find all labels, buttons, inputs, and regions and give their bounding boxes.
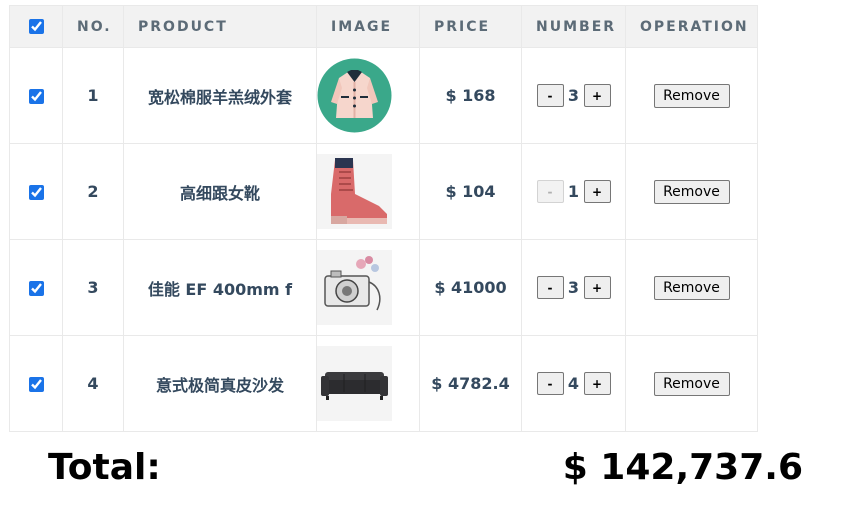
row-checkbox[interactable] <box>28 89 44 104</box>
row-number: 1 <box>62 47 124 144</box>
quantity-stepper: - 4 + <box>536 372 611 395</box>
quantity-stepper: - 3 + <box>536 276 611 299</box>
quantity-stepper: - 3 + <box>536 84 611 107</box>
quantity-stepper: - 1 + <box>536 180 611 203</box>
jacket-image <box>317 58 392 133</box>
row-checkbox[interactable] <box>28 185 44 200</box>
operation-cell: Remove <box>625 335 758 432</box>
decrement-button[interactable]: - <box>536 276 564 299</box>
row-number: 3 <box>62 239 124 336</box>
table-row: 1 宽松棉服羊羔绒外套 $ 168 - 3 + Remove <box>9 47 758 144</box>
header-no: NO. <box>62 5 124 48</box>
product-name: 意式极简真皮沙发 <box>123 335 317 432</box>
row-select-cell <box>9 239 63 336</box>
total-label: Total: <box>48 447 161 488</box>
product-name: 宽松棉服羊羔绒外套 <box>123 47 317 144</box>
quantity-value: 3 <box>567 278 580 297</box>
cart-table: NO. PRODUCT IMAGE PRICE NUMBER OPERATION… <box>9 5 758 432</box>
operation-cell: Remove <box>625 239 758 336</box>
increment-button[interactable]: + <box>583 276 611 299</box>
decrement-button[interactable]: - <box>536 84 564 107</box>
decrement-button[interactable]: - <box>536 372 564 395</box>
sofa-image <box>317 346 392 421</box>
product-price: $ 104 <box>419 143 522 240</box>
row-select-cell <box>9 143 63 240</box>
table-row: 2 高细跟女靴 $ 104 - 1 + Remove <box>9 143 758 240</box>
header-image: IMAGE <box>316 5 420 48</box>
header-number: NUMBER <box>521 5 626 48</box>
quantity-stepper-cell: - 3 + <box>521 239 626 336</box>
remove-button[interactable]: Remove <box>653 371 730 396</box>
product-name: 高细跟女靴 <box>123 143 317 240</box>
quantity-stepper-cell: - 1 + <box>521 143 626 240</box>
header-product: PRODUCT <box>123 5 317 48</box>
quantity-stepper-cell: - 3 + <box>521 47 626 144</box>
row-number: 2 <box>62 143 124 240</box>
total-value: $ 142,737.6 <box>562 447 803 488</box>
select-all-checkbox[interactable] <box>28 19 44 34</box>
increment-button[interactable]: + <box>583 372 611 395</box>
product-image-cell <box>316 143 420 240</box>
header-price: PRICE <box>419 5 522 48</box>
table-row: 3 佳能 EF 400mm f $ 41000 - 3 + Remove <box>9 239 758 336</box>
product-image-cell <box>316 335 420 432</box>
remove-button[interactable]: Remove <box>653 179 730 204</box>
remove-button[interactable]: Remove <box>653 275 730 300</box>
camera-image <box>317 250 392 325</box>
header-select-all <box>9 5 63 48</box>
table-header-row: NO. PRODUCT IMAGE PRICE NUMBER OPERATION <box>9 5 758 48</box>
remove-button[interactable]: Remove <box>653 83 730 108</box>
row-select-cell <box>9 335 63 432</box>
operation-cell: Remove <box>625 47 758 144</box>
quantity-value: 1 <box>567 182 580 201</box>
quantity-stepper-cell: - 4 + <box>521 335 626 432</box>
decrement-button[interactable]: - <box>536 180 564 203</box>
row-checkbox[interactable] <box>28 281 44 296</box>
product-image-cell <box>316 239 420 336</box>
product-price: $ 168 <box>419 47 522 144</box>
increment-button[interactable]: + <box>583 84 611 107</box>
header-operation: OPERATION <box>625 5 758 48</box>
increment-button[interactable]: + <box>583 180 611 203</box>
quantity-value: 4 <box>567 374 580 393</box>
product-image-cell <box>316 47 420 144</box>
boot-image <box>317 154 392 229</box>
row-select-cell <box>9 47 63 144</box>
product-price: $ 41000 <box>419 239 522 336</box>
row-number: 4 <box>62 335 124 432</box>
product-name: 佳能 EF 400mm f <box>123 239 317 336</box>
product-price: $ 4782.4 <box>419 335 522 432</box>
operation-cell: Remove <box>625 143 758 240</box>
table-row: 4 意式极简真皮沙发 $ 4782.4 - 4 + Remove <box>9 335 758 432</box>
row-checkbox[interactable] <box>28 377 44 392</box>
quantity-value: 3 <box>567 86 580 105</box>
